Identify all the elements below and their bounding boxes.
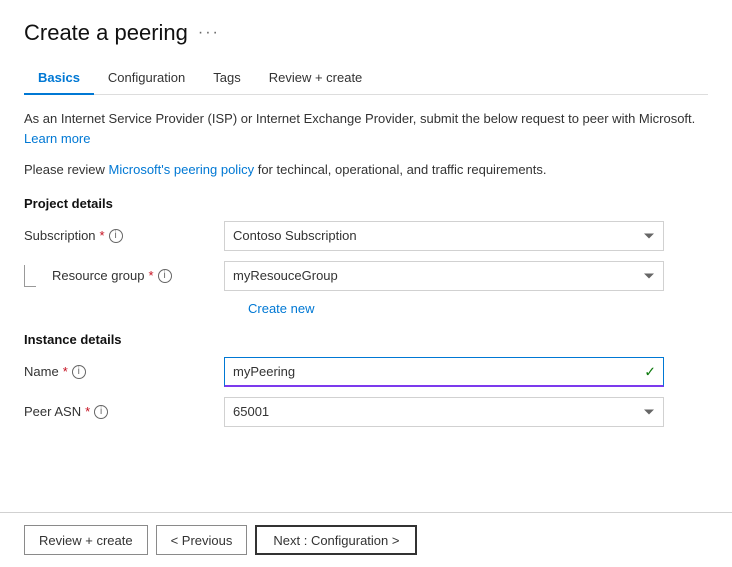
name-required: * bbox=[63, 364, 68, 379]
name-label: Name * i bbox=[24, 364, 224, 379]
peering-policy-link[interactable]: Microsoft's peering policy bbox=[109, 162, 255, 177]
peer-asn-control: 65001 bbox=[224, 397, 664, 427]
footer: Review + create < Previous Next : Config… bbox=[0, 512, 732, 567]
description-block: As an Internet Service Provider (ISP) or… bbox=[24, 109, 708, 148]
desc-prefix: Please review bbox=[24, 162, 109, 177]
subscription-label: Subscription * i bbox=[24, 228, 224, 243]
subscription-select-wrapper: Contoso Subscription bbox=[224, 221, 664, 251]
peer-asn-select[interactable]: 65001 bbox=[224, 397, 664, 427]
peer-asn-required: * bbox=[85, 404, 90, 419]
peer-asn-select-wrapper: 65001 bbox=[224, 397, 664, 427]
name-control: ✓ bbox=[224, 357, 664, 387]
tabs-nav: Basics Configuration Tags Review + creat… bbox=[24, 62, 708, 95]
subscription-control: Contoso Subscription bbox=[224, 221, 664, 251]
description-line1: As an Internet Service Provider (ISP) or… bbox=[24, 111, 695, 126]
previous-button[interactable]: < Previous bbox=[156, 525, 248, 555]
page-title-text: Create a peering bbox=[24, 20, 188, 46]
resource-group-label-container: Resource group * i bbox=[24, 265, 224, 287]
create-new-link[interactable]: Create new bbox=[248, 301, 314, 316]
learn-more-link[interactable]: Learn more bbox=[24, 131, 90, 146]
name-row: Name * i ✓ bbox=[24, 357, 708, 387]
name-info-icon[interactable]: i bbox=[72, 365, 86, 379]
indent-bracket bbox=[24, 265, 36, 287]
next-configuration-button[interactable]: Next : Configuration > bbox=[255, 525, 417, 555]
subscription-row: Subscription * i Contoso Subscription bbox=[24, 221, 708, 251]
page-title-ellipsis: ··· bbox=[198, 24, 220, 42]
resource-group-required: * bbox=[149, 268, 154, 283]
tab-tags[interactable]: Tags bbox=[199, 62, 254, 95]
resource-group-select[interactable]: myResouceGroup bbox=[224, 261, 664, 291]
resource-group-select-wrapper: myResouceGroup bbox=[224, 261, 664, 291]
desc-suffix: for techincal, operational, and traffic … bbox=[254, 162, 546, 177]
project-details-section: Project details bbox=[24, 196, 708, 211]
tab-review-create[interactable]: Review + create bbox=[255, 62, 377, 95]
subscription-required: * bbox=[100, 228, 105, 243]
instance-details-section: Instance details bbox=[24, 332, 708, 347]
name-input-wrapper: ✓ bbox=[224, 357, 664, 387]
peer-asn-row: Peer ASN * i 65001 bbox=[24, 397, 708, 427]
peer-asn-info-icon[interactable]: i bbox=[94, 405, 108, 419]
resource-group-info-icon[interactable]: i bbox=[158, 269, 172, 283]
name-input[interactable] bbox=[224, 357, 664, 387]
subscription-select[interactable]: Contoso Subscription bbox=[224, 221, 664, 251]
subscription-info-icon[interactable]: i bbox=[109, 229, 123, 243]
page-title: Create a peering ··· bbox=[24, 20, 708, 46]
resource-group-row: Resource group * i myResouceGroup bbox=[24, 261, 708, 291]
tab-configuration[interactable]: Configuration bbox=[94, 62, 199, 95]
create-new-container: Create new bbox=[248, 301, 708, 316]
peering-policy-block: Please review Microsoft's peering policy… bbox=[24, 160, 708, 180]
tab-basics[interactable]: Basics bbox=[24, 62, 94, 95]
resource-group-control: myResouceGroup bbox=[224, 261, 664, 291]
review-create-button[interactable]: Review + create bbox=[24, 525, 148, 555]
name-check-icon: ✓ bbox=[644, 363, 656, 380]
peer-asn-label: Peer ASN * i bbox=[24, 404, 224, 419]
